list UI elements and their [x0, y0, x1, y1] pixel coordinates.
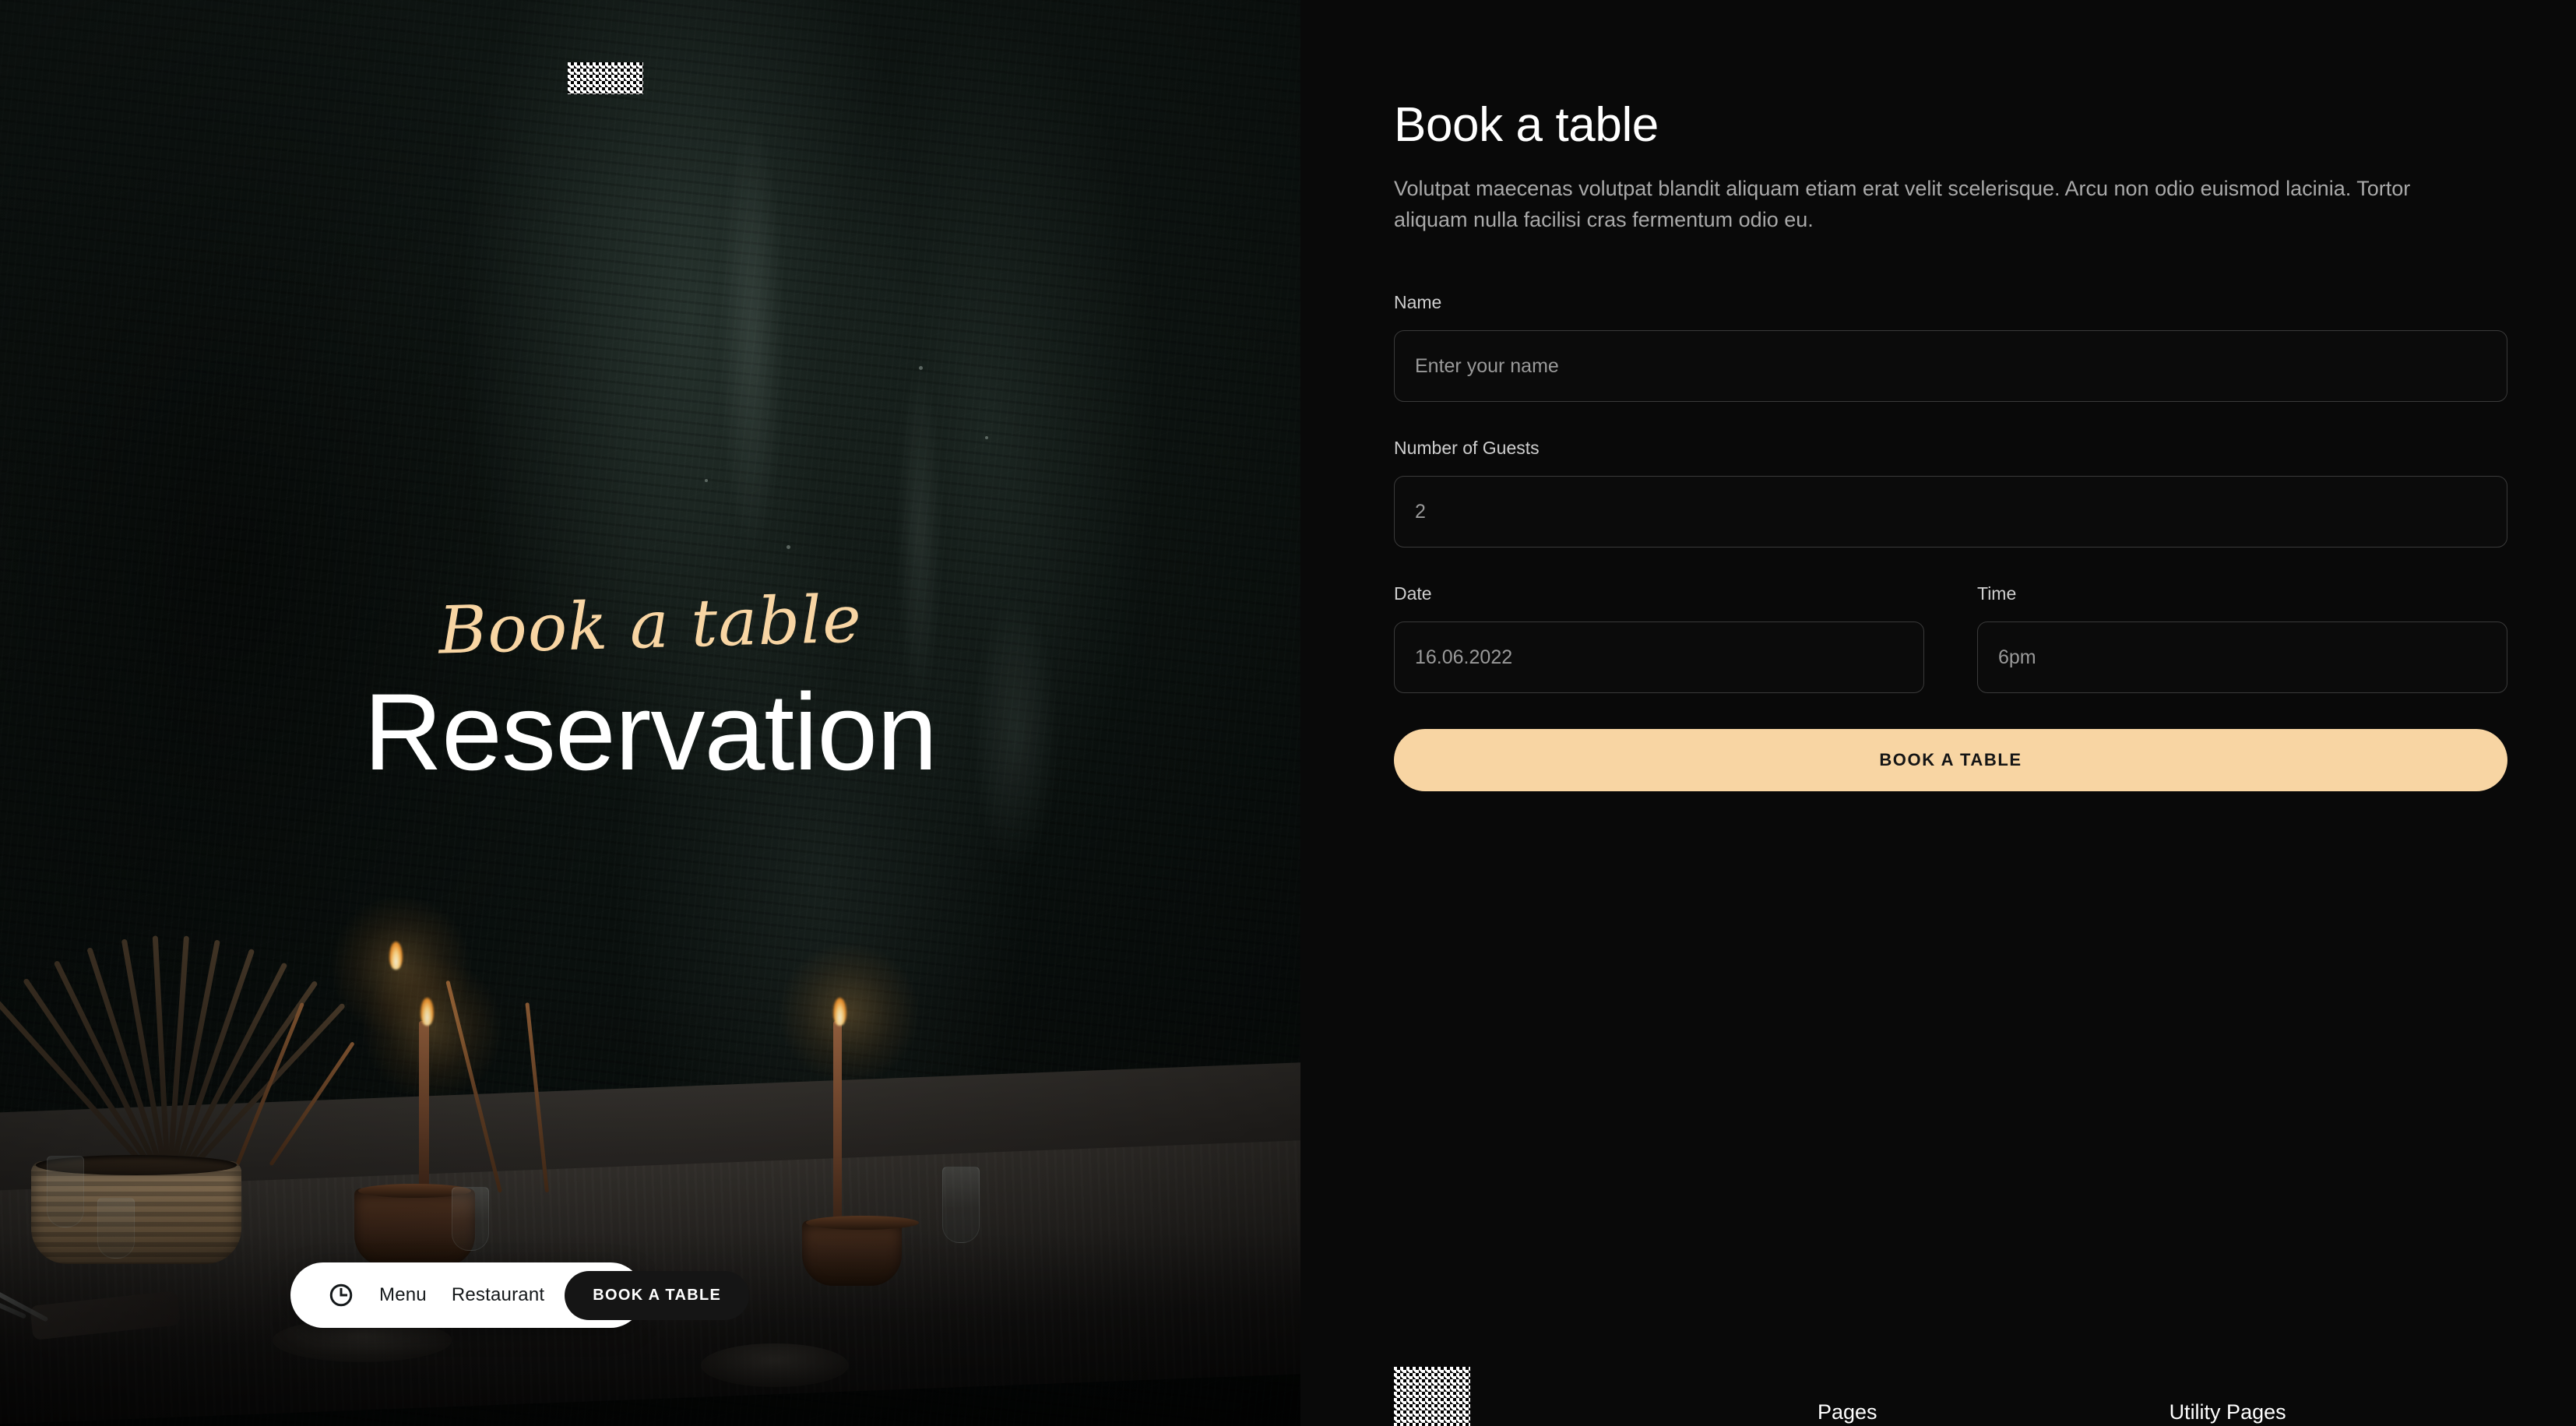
field-guests: Number of Guests 2 — [1394, 438, 2507, 548]
floating-nav-pill: Menu Restaurant BOOK A TABLE — [290, 1262, 750, 1328]
label-time: Time — [1977, 583, 2017, 604]
page-title: Book a table — [1394, 98, 1659, 152]
footer-logo-placeholder[interactable] — [1394, 1367, 1470, 1426]
nav-link-restaurant[interactable]: Restaurant — [452, 1284, 544, 1306]
field-name: Name Enter your name — [1394, 292, 2507, 402]
hero-main-title: Reservation — [363, 671, 938, 793]
clock-icon[interactable] — [328, 1282, 354, 1308]
booking-form: Name Enter your name Number of Guests 2 … — [1394, 292, 2507, 791]
field-row-date-time: Date 16.06.2022 Time 6pm — [1394, 583, 2507, 693]
field-date: Date 16.06.2022 — [1394, 583, 1924, 693]
booking-panel: Book a table Volutpat maecenas volutpat … — [1300, 0, 2576, 1426]
nav-link-menu[interactable]: Menu — [379, 1284, 427, 1306]
hero-logo-placeholder[interactable] — [568, 62, 643, 94]
nav-book-a-table-button[interactable]: BOOK A TABLE — [565, 1270, 750, 1320]
label-guests: Number of Guests — [1394, 438, 1540, 458]
time-input[interactable]: 6pm — [1977, 621, 2507, 693]
footer-link-pages[interactable]: Pages — [1818, 1400, 1877, 1424]
footer-link-utility-pages[interactable]: Utility Pages — [2170, 1400, 2286, 1424]
hero-section: Book a table Reservation Menu Restaurant… — [0, 0, 1300, 1426]
guests-input[interactable]: 2 — [1394, 476, 2507, 548]
footer-links: Pages Utility Pages — [1470, 1400, 2507, 1426]
name-input[interactable]: Enter your name — [1394, 330, 2507, 402]
submit-book-a-table-button[interactable]: BOOK A TABLE — [1394, 729, 2507, 791]
label-name: Name — [1394, 292, 1442, 312]
date-input[interactable]: 16.06.2022 — [1394, 621, 1924, 693]
reservation-page: Book a table Reservation Menu Restaurant… — [0, 0, 2576, 1426]
label-date: Date — [1394, 583, 1432, 604]
panel-description: Volutpat maecenas volutpat blandit aliqu… — [1394, 177, 2411, 232]
hero-heading-group: Book a table Reservation — [0, 580, 1300, 793]
field-time: Time 6pm — [1977, 583, 2507, 693]
footer: Pages Utility Pages — [1300, 1348, 2576, 1426]
